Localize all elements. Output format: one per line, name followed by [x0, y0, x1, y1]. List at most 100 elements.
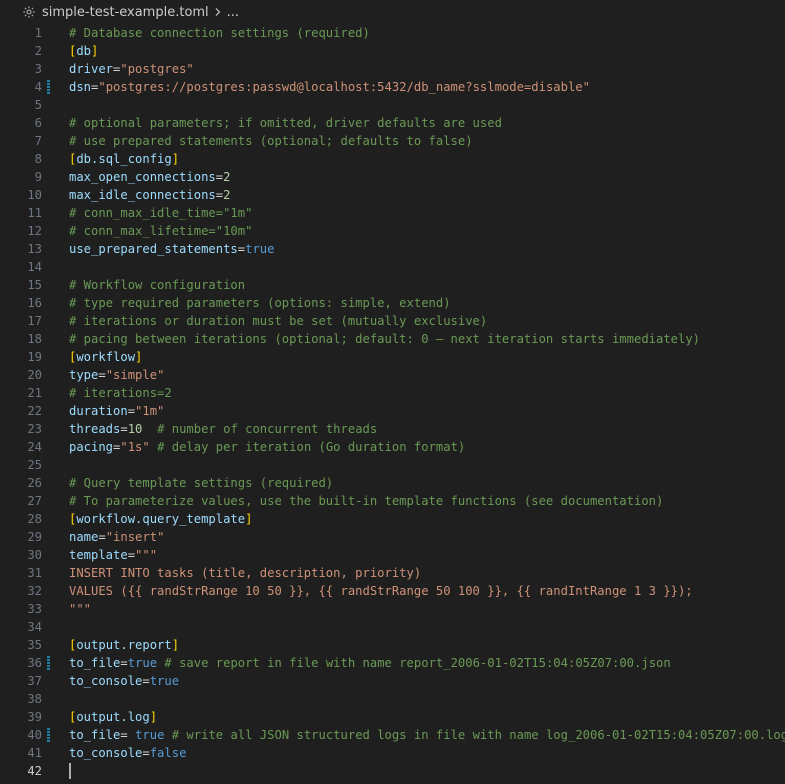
code-line[interactable]: 20 type="simple"	[0, 366, 785, 384]
code-token: # write all JSON structured logs in file…	[164, 728, 785, 742]
line-number: 19	[27, 350, 42, 364]
code-line[interactable]: 19 [workflow]	[0, 348, 785, 366]
code-line[interactable]: 26 # Query template settings (required)	[0, 474, 785, 492]
code-line[interactable]: 32 VALUES ({{ randStrRange 10 50 }}, {{ r…	[0, 582, 785, 600]
line-number: 33	[27, 602, 42, 616]
code-token: db.sql_config	[76, 152, 172, 166]
code-line[interactable]: 34	[0, 618, 785, 636]
code-line[interactable]: 15 # Workflow configuration	[0, 276, 785, 294]
code-token: true	[149, 674, 180, 688]
line-text: pacing="1s" # delay per iteration (Go du…	[69, 438, 465, 456]
code-token: =	[98, 530, 106, 544]
code-line[interactable]: 17 # iterations or duration must be set (…	[0, 312, 785, 330]
line-text: to_file= true # write all JSON structure…	[69, 726, 785, 744]
code-line[interactable]: 18 # pacing between iterations (optional;…	[0, 330, 785, 348]
code-line[interactable]: 37 to_console=true	[0, 672, 785, 690]
line-number: 36	[27, 656, 42, 670]
code-line[interactable]: 2 [db]	[0, 42, 785, 60]
code-token: =	[237, 242, 246, 256]
breadcrumb-ellipsis[interactable]: ...	[227, 5, 239, 20]
line-number: 3	[34, 62, 42, 76]
line-number: 15	[27, 278, 42, 292]
breadcrumb: simple-test-example.toml ...	[0, 0, 785, 24]
modified-line-indicator[interactable]	[47, 80, 50, 94]
line-number: 12	[27, 224, 42, 238]
code-line[interactable]: 14	[0, 258, 785, 276]
code-token: false	[149, 746, 187, 760]
code-token: # save report in file with name report_2…	[157, 656, 671, 670]
line-number: 13	[27, 242, 42, 256]
text-cursor	[69, 763, 71, 779]
line-number: 11	[27, 206, 42, 220]
modified-line-indicator[interactable]	[47, 656, 50, 670]
code-line[interactable]: 16 # type required parameters (options: s…	[0, 294, 785, 312]
line-text: # Database connection settings (required…	[69, 24, 370, 42]
code-token: "postgres://postgres:passwd@localhost:54…	[98, 80, 590, 94]
code-token: # use prepared statements (optional; def…	[69, 134, 473, 148]
code-line[interactable]: 4 dsn="postgres://postgres:passwd@localho…	[0, 78, 785, 96]
code-line[interactable]: 27 # To parameterize values, use the buil…	[0, 492, 785, 510]
code-line[interactable]: 42	[0, 762, 785, 780]
code-line[interactable]: 23 threads=10 # number of concurrent thre…	[0, 420, 785, 438]
line-text: """	[69, 600, 91, 618]
code-line[interactable]: 25	[0, 456, 785, 474]
code-line[interactable]: 12 # conn_max_lifetime="10m"	[0, 222, 785, 240]
code-token: "simple"	[105, 368, 165, 382]
code-line[interactable]: 22 duration="1m"	[0, 402, 785, 420]
code-line[interactable]: 3 driver="postgres"	[0, 60, 785, 78]
line-text: max_idle_connections=2	[69, 186, 230, 204]
code-line[interactable]: 40 to_file= true # write all JSON structu…	[0, 726, 785, 744]
line-number: 23	[27, 422, 42, 436]
line-number: 21	[27, 386, 42, 400]
code-token: threads	[69, 422, 121, 436]
code-line[interactable]: 28 [workflow.query_template]	[0, 510, 785, 528]
code-line[interactable]: 33 """	[0, 600, 785, 618]
code-token: 2	[223, 188, 231, 202]
code-line[interactable]: 39 [output.log]	[0, 708, 785, 726]
code-area[interactable]: 1 # Database connection settings (require…	[0, 24, 785, 780]
code-line[interactable]: 9 max_open_connections=2	[0, 168, 785, 186]
code-line[interactable]: 31 INSERT INTO tasks (title, description,…	[0, 564, 785, 582]
code-line[interactable]: 38	[0, 690, 785, 708]
line-number: 27	[27, 494, 42, 508]
code-line[interactable]: 21 # iterations=2	[0, 384, 785, 402]
code-token: pacing	[69, 440, 114, 454]
code-line[interactable]: 11 # conn_max_idle_time="1m"	[0, 204, 785, 222]
code-line[interactable]: 6 # optional parameters; if omitted, driv…	[0, 114, 785, 132]
code-line[interactable]: 8 [db.sql_config]	[0, 150, 785, 168]
modified-line-indicator[interactable]	[47, 728, 50, 742]
code-token: # optional parameters; if omitted, drive…	[69, 116, 502, 130]
code-editor[interactable]: simple-test-example.toml ... 1 # Database…	[0, 0, 785, 784]
code-token: =	[120, 656, 128, 670]
line-text: [db.sql_config]	[69, 150, 179, 168]
code-line[interactable]: 30 template="""	[0, 546, 785, 564]
code-line[interactable]: 41 to_console=false	[0, 744, 785, 762]
code-line[interactable]: 35 [output.report]	[0, 636, 785, 654]
line-number: 39	[27, 710, 42, 724]
line-text: duration="1m"	[69, 402, 164, 420]
code-token: ]	[245, 512, 253, 526]
code-line[interactable]: 5	[0, 96, 785, 114]
line-number: 9	[34, 170, 42, 184]
code-token: true	[135, 728, 165, 742]
code-line[interactable]: 10 max_idle_connections=2	[0, 186, 785, 204]
code-line[interactable]: 7 # use prepared statements (optional; de…	[0, 132, 785, 150]
breadcrumb-file-name[interactable]: simple-test-example.toml	[42, 5, 209, 20]
code-token: name	[69, 530, 99, 544]
line-number: 40	[27, 728, 42, 742]
code-line[interactable]: 36 to_file=true # save report in file wit…	[0, 654, 785, 672]
code-line[interactable]: 29 name="insert"	[0, 528, 785, 546]
line-number: 1	[34, 26, 42, 40]
code-token: # iterations or duration must be set (mu…	[69, 314, 488, 328]
line-text: # pacing between iterations (optional; d…	[69, 330, 700, 348]
code-token: to_console	[69, 674, 143, 688]
code-token: output.log	[76, 710, 150, 724]
code-token: =	[142, 746, 150, 760]
line-number: 17	[27, 314, 42, 328]
line-number: 34	[27, 620, 42, 634]
code-line[interactable]: 13 use_prepared_statements=true	[0, 240, 785, 258]
code-line[interactable]: 24 pacing="1s" # delay per iteration (Go …	[0, 438, 785, 456]
code-line[interactable]: 1 # Database connection settings (require…	[0, 24, 785, 42]
line-text: VALUES ({{ randStrRange 10 50 }}, {{ ran…	[69, 582, 693, 600]
code-token: =	[127, 548, 136, 562]
